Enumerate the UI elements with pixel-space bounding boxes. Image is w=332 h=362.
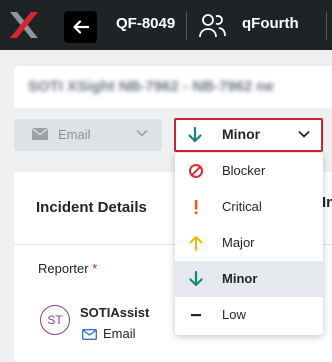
channel-select[interactable]: Email bbox=[14, 119, 162, 151]
users-icon[interactable] bbox=[199, 13, 227, 39]
user-name[interactable]: qFourth bbox=[242, 15, 299, 32]
back-button[interactable] bbox=[64, 11, 97, 43]
priority-option-label: Low bbox=[222, 307, 246, 322]
low-icon bbox=[191, 314, 201, 317]
top-bar: QF-8049 qFourth bbox=[0, 0, 332, 50]
reporter-label: Reporter * bbox=[38, 261, 97, 276]
priority-option-label: Blocker bbox=[222, 163, 266, 178]
arrow-down-icon bbox=[188, 127, 202, 143]
priority-option-label: Minor bbox=[222, 271, 258, 286]
avatar: ST bbox=[40, 305, 70, 335]
arrow-left-icon bbox=[72, 20, 89, 34]
major-icon bbox=[189, 236, 203, 251]
minor-icon bbox=[189, 271, 203, 287]
chevron-down-icon bbox=[136, 129, 148, 137]
ticket-title: SOTI XSight NB-7962 - NB-7962 ne bbox=[28, 78, 274, 95]
tab-next-partial[interactable]: In bbox=[322, 194, 332, 211]
critical-icon bbox=[194, 200, 198, 214]
ticket-id: QF-8049 bbox=[116, 15, 176, 32]
required-marker: * bbox=[92, 261, 98, 276]
priority-option-minor[interactable]: Minor bbox=[175, 261, 323, 297]
envelope-icon bbox=[82, 329, 97, 340]
priority-select[interactable]: Minor bbox=[174, 118, 323, 152]
reporter-name[interactable]: SOTIAssist bbox=[80, 305, 149, 320]
header-divider bbox=[326, 12, 327, 40]
channel-select-value: Email bbox=[58, 127, 91, 142]
app-logo-icon[interactable] bbox=[8, 10, 40, 40]
ticket-title-field[interactable]: SOTI XSight NB-7962 - NB-7962 ne bbox=[14, 66, 332, 108]
priority-option-major[interactable]: Major bbox=[175, 225, 323, 261]
blocker-icon bbox=[189, 164, 203, 178]
header-divider bbox=[186, 12, 187, 40]
envelope-icon bbox=[32, 128, 48, 140]
priority-dropdown-menu: Blocker Critical Major Minor Low bbox=[175, 153, 323, 335]
chevron-down-icon bbox=[298, 130, 310, 138]
priority-option-critical[interactable]: Critical bbox=[175, 189, 323, 225]
incident-details-heading[interactable]: Incident Details bbox=[36, 199, 147, 216]
reporter-channel: Email bbox=[82, 326, 136, 341]
reporter-channel-label: Email bbox=[103, 326, 136, 341]
priority-option-label: Critical bbox=[222, 199, 262, 214]
reporter-label-text: Reporter bbox=[38, 261, 89, 276]
priority-option-low[interactable]: Low bbox=[175, 297, 323, 333]
priority-select-value: Minor bbox=[222, 126, 261, 142]
priority-option-label: Major bbox=[222, 235, 255, 250]
priority-option-blocker[interactable]: Blocker bbox=[175, 153, 323, 189]
